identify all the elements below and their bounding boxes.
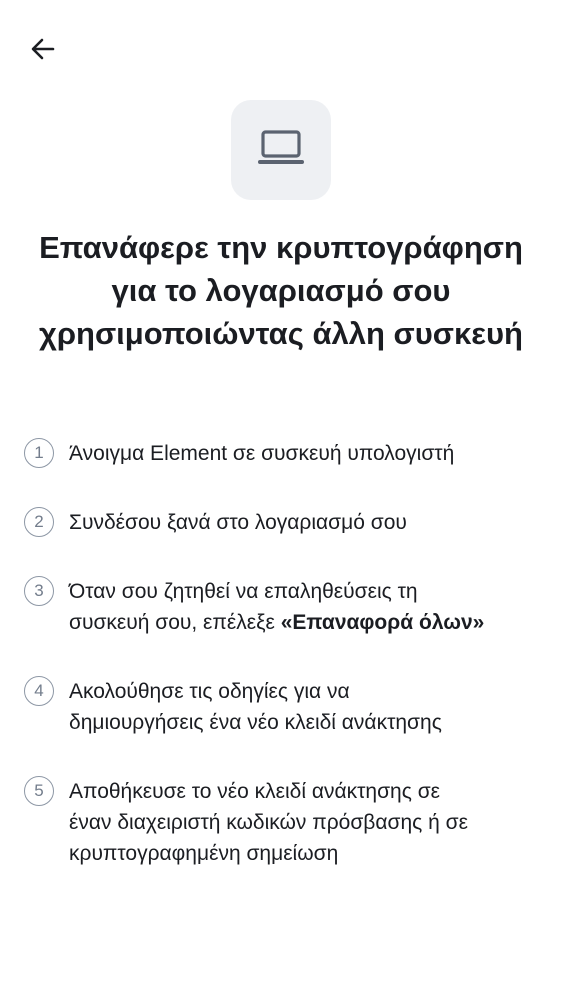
page-title-line-3: χρησιμοποιώντας άλλη συσκευή	[39, 316, 523, 351]
step-text-emphasis: «Επαναφορά όλων»	[280, 611, 485, 634]
step-text: Συνδέσου ξανά στο λογαριασμό σου	[69, 507, 407, 538]
step-text-line: Όταν σου ζητηθεί να επαληθεύσεις τη	[69, 580, 418, 603]
step-text: Ακολούθησε τις οδηγίες για να δημιουργήσ…	[69, 676, 442, 738]
step-number-badge: 4	[24, 676, 54, 706]
step-1: 1 Άνοιγμα Element σε συσκευή υπολογιστή	[24, 438, 534, 469]
step-number-badge: 5	[24, 776, 54, 806]
step-5: 5 Αποθήκευσε το νέο κλειδί ανάκτησης σε …	[24, 776, 534, 869]
step-text-line: Άνοιγμα Element σε συσκευή υπολογιστή	[69, 442, 455, 465]
steps-list: 1 Άνοιγμα Element σε συσκευή υπολογιστή …	[24, 438, 534, 907]
step-number-badge: 1	[24, 438, 54, 468]
step-text: Άνοιγμα Element σε συσκευή υπολογιστή	[69, 438, 454, 469]
page-title-line-2: για το λογαριασμό σου	[111, 273, 451, 308]
step-number-badge: 2	[24, 507, 54, 537]
step-text: Όταν σου ζητηθεί να επαληθεύσεις τη συσκ…	[69, 576, 484, 638]
step-number-badge: 3	[24, 576, 54, 606]
laptop-icon	[257, 128, 305, 173]
hero-icon-container	[231, 100, 331, 200]
step-2: 2 Συνδέσου ξανά στο λογαριασμό σου	[24, 507, 534, 538]
step-text-line: έναν διαχειριστή κωδικών πρόσβασης ή σε	[69, 811, 468, 834]
step-3: 3 Όταν σου ζητηθεί να επαληθεύσεις τη συ…	[24, 576, 534, 638]
step-text-line: κρυπτογραφημένη σημείωση	[69, 842, 339, 865]
step-text-line: Ακολούθησε τις οδηγίες για να	[69, 680, 350, 703]
step-text-line: συσκευή σου, επέλεξε	[69, 611, 281, 634]
page-title-line-1: Επανάφερε την κρυπτογράφηση	[39, 230, 523, 265]
step-text: Αποθήκευσε το νέο κλειδί ανάκτησης σε έν…	[69, 776, 468, 869]
back-button[interactable]	[26, 34, 60, 68]
step-4: 4 Ακολούθησε τις οδηγίες για να δημιουργ…	[24, 676, 534, 738]
step-text-line: δημιουργήσεις ένα νέο κλειδί ανάκτησης	[69, 711, 442, 734]
step-text-line: Συνδέσου ξανά στο λογαριασμό σου	[69, 511, 407, 534]
arrow-left-icon	[29, 35, 57, 68]
page-title: Επανάφερε την κρυπτογράφηση για το λογαρ…	[10, 226, 552, 355]
step-text-line: Αποθήκευσε το νέο κλειδί ανάκτησης σε	[69, 780, 441, 803]
